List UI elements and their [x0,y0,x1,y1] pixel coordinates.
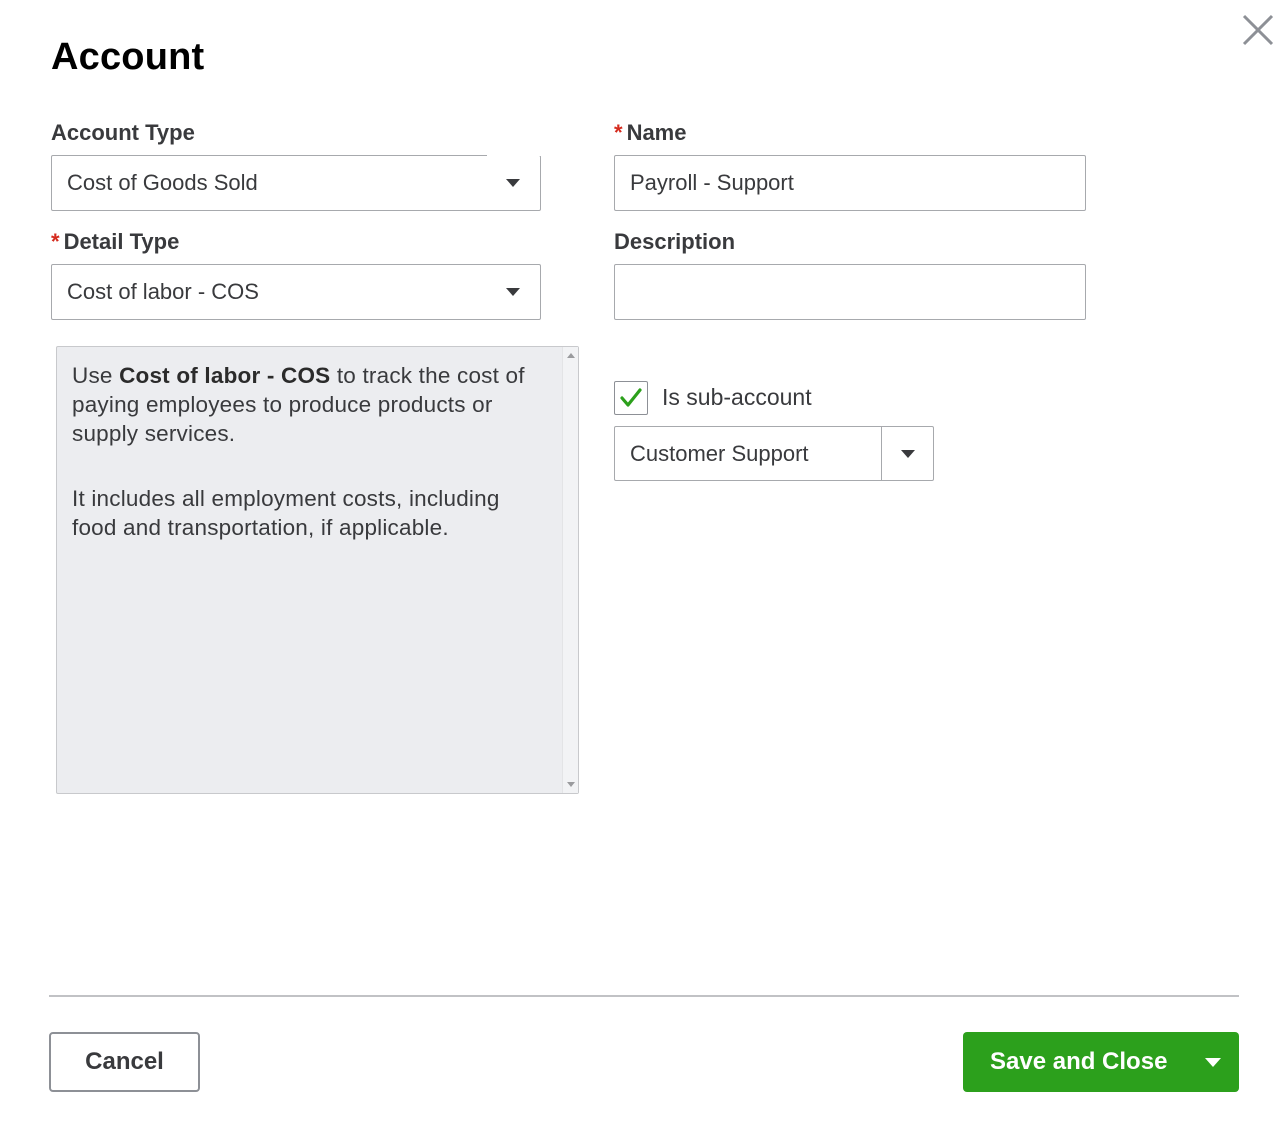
description-input[interactable] [630,265,1085,319]
detail-type-label-text: Detail Type [63,229,180,254]
close-button[interactable] [1238,10,1278,50]
caret-down-icon [506,179,520,187]
name-input[interactable] [630,156,1085,210]
scroll-down-arrow-icon[interactable] [567,782,575,787]
save-button-group: Save and Close [963,1032,1239,1092]
detail-type-select[interactable]: Cost of labor - COS [51,264,541,320]
account-type-label-text: Account Type [51,120,195,145]
parent-account-dropdown-toggle[interactable] [881,427,933,480]
detail-type-dropdown-toggle[interactable] [486,265,540,319]
dialog-title: Account [51,36,205,78]
description-label: Description [614,229,735,255]
account-type-label: Account Type [51,120,195,146]
description-label-text: Description [614,229,736,254]
detail-type-help-box[interactable]: Use Cost of labor - COS to track the cos… [56,346,579,794]
detail-type-value: Cost of labor - COS [67,279,259,304]
close-icon [1242,14,1274,46]
account-type-dropdown-toggle[interactable] [486,156,540,210]
account-type-select[interactable]: Cost of Goods Sold [51,154,541,211]
account-type-value: Cost of Goods Sold [67,170,258,195]
required-asterisk: * [51,229,60,254]
sub-account-label[interactable]: Is sub-account [662,384,812,411]
help-prefix: Use [72,363,120,388]
scroll-up-arrow-icon[interactable] [567,353,575,358]
required-asterisk: * [614,120,623,145]
footer-divider [49,995,1239,997]
name-label: * Name [614,120,686,146]
parent-account-select[interactable]: Customer Support [614,426,934,481]
cancel-button[interactable]: Cancel [49,1032,200,1092]
save-and-close-button[interactable]: Save and Close [963,1032,1187,1092]
caret-down-icon [506,288,520,296]
parent-account-value: Customer Support [630,440,809,466]
sub-account-checkbox[interactable] [614,381,648,415]
description-field[interactable] [614,264,1086,320]
account-dialog: Account Account Type Cost of Goods Sold … [0,0,1288,1144]
caret-down-icon [900,449,915,458]
help-scrollbar[interactable] [562,347,578,793]
name-label-text: Name [626,120,687,145]
checkmark-icon [620,388,642,407]
caret-down-icon [1205,1057,1221,1067]
help-paragraph-1: Use Cost of labor - COS to track the cos… [72,361,548,448]
detail-type-label: * Detail Type [51,229,179,255]
save-options-dropdown[interactable] [1187,1032,1239,1092]
help-bold-term: Cost of labor - COS [119,363,331,388]
help-paragraph-2: It includes all employment costs, includ… [72,486,500,540]
name-field[interactable] [614,155,1086,211]
